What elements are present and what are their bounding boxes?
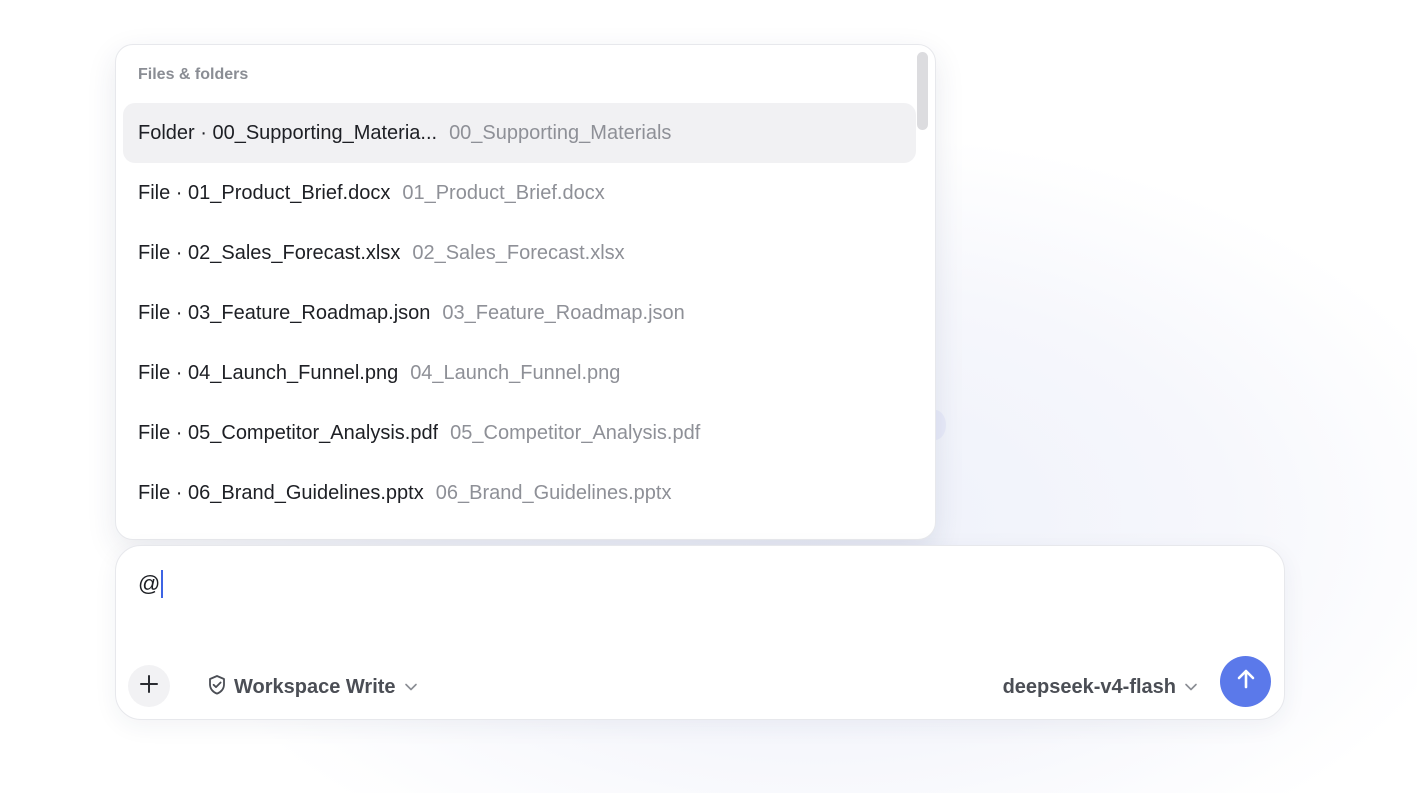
mention-item-path: 04_Launch_Funnel.png	[410, 361, 621, 384]
mention-item-path: 03_Feature_Roadmap.json	[442, 301, 685, 324]
chevron-down-icon	[1184, 680, 1198, 694]
message-input-text: @	[138, 571, 161, 596]
permission-mode-label: Workspace Write	[234, 675, 396, 698]
mention-item-path: 06_Brand_Guidelines.pptx	[435, 481, 672, 504]
popup-scrollbar[interactable]	[917, 52, 928, 130]
model-selector-label: deepseek-v4-flash	[1002, 675, 1176, 698]
chevron-down-icon	[404, 680, 418, 694]
mention-item-file[interactable]: File · 02_Sales_Forecast.xlsx 02_Sales_F…	[123, 223, 916, 283]
send-button[interactable]	[1220, 656, 1271, 707]
mention-item-path: 05_Competitor_Analysis.pdf	[450, 421, 701, 444]
text-caret	[161, 570, 164, 598]
mention-list: Folder · 00_Supporting_Materia... 00_Sup…	[123, 103, 916, 523]
mention-item-label: File · 03_Feature_Roadmap.json	[138, 301, 431, 324]
mention-item-file[interactable]: File · 05_Competitor_Analysis.pdf 05_Com…	[123, 403, 916, 463]
mention-item-label: Folder · 00_Supporting_Materia...	[138, 121, 438, 144]
mention-item-folder[interactable]: Folder · 00_Supporting_Materia... 00_Sup…	[123, 103, 916, 163]
mention-item-file[interactable]: File · 01_Product_Brief.docx 01_Product_…	[123, 163, 916, 223]
plus-icon	[139, 674, 159, 699]
mention-item-label: File · 06_Brand_Guidelines.pptx	[138, 481, 424, 504]
shield-check-icon	[206, 674, 228, 701]
popup-heading: Files & folders	[138, 66, 249, 83]
mention-item-file[interactable]: File · 06_Brand_Guidelines.pptx 06_Brand…	[123, 463, 916, 523]
add-attachment-button[interactable]	[128, 665, 170, 707]
message-composer: @ Workspace Write deepseek-v4-flash	[115, 545, 1285, 720]
arrow-up-icon	[1233, 666, 1259, 697]
permission-mode-dropdown[interactable]: Workspace Write	[206, 672, 418, 702]
mention-item-file[interactable]: File · 03_Feature_Roadmap.json 03_Featur…	[123, 283, 916, 343]
mention-item-label: File · 05_Competitor_Analysis.pdf	[138, 421, 439, 444]
mention-item-path: 01_Product_Brief.docx	[402, 181, 605, 204]
mention-item-label: File · 01_Product_Brief.docx	[138, 181, 391, 204]
model-selector-dropdown[interactable]: deepseek-v4-flash	[1003, 672, 1198, 702]
mention-item-file[interactable]: File · 04_Launch_Funnel.png 04_Launch_Fu…	[123, 343, 916, 403]
mention-item-label: File · 04_Launch_Funnel.png	[138, 361, 399, 384]
mention-item-path: 02_Sales_Forecast.xlsx	[412, 241, 625, 264]
mention-popup: Files & folders Folder · 00_Supporting_M…	[115, 44, 936, 540]
message-input[interactable]: @	[138, 570, 164, 598]
mention-item-path: 00_Supporting_Materials	[449, 121, 672, 144]
mention-item-label: File · 02_Sales_Forecast.xlsx	[138, 241, 401, 264]
